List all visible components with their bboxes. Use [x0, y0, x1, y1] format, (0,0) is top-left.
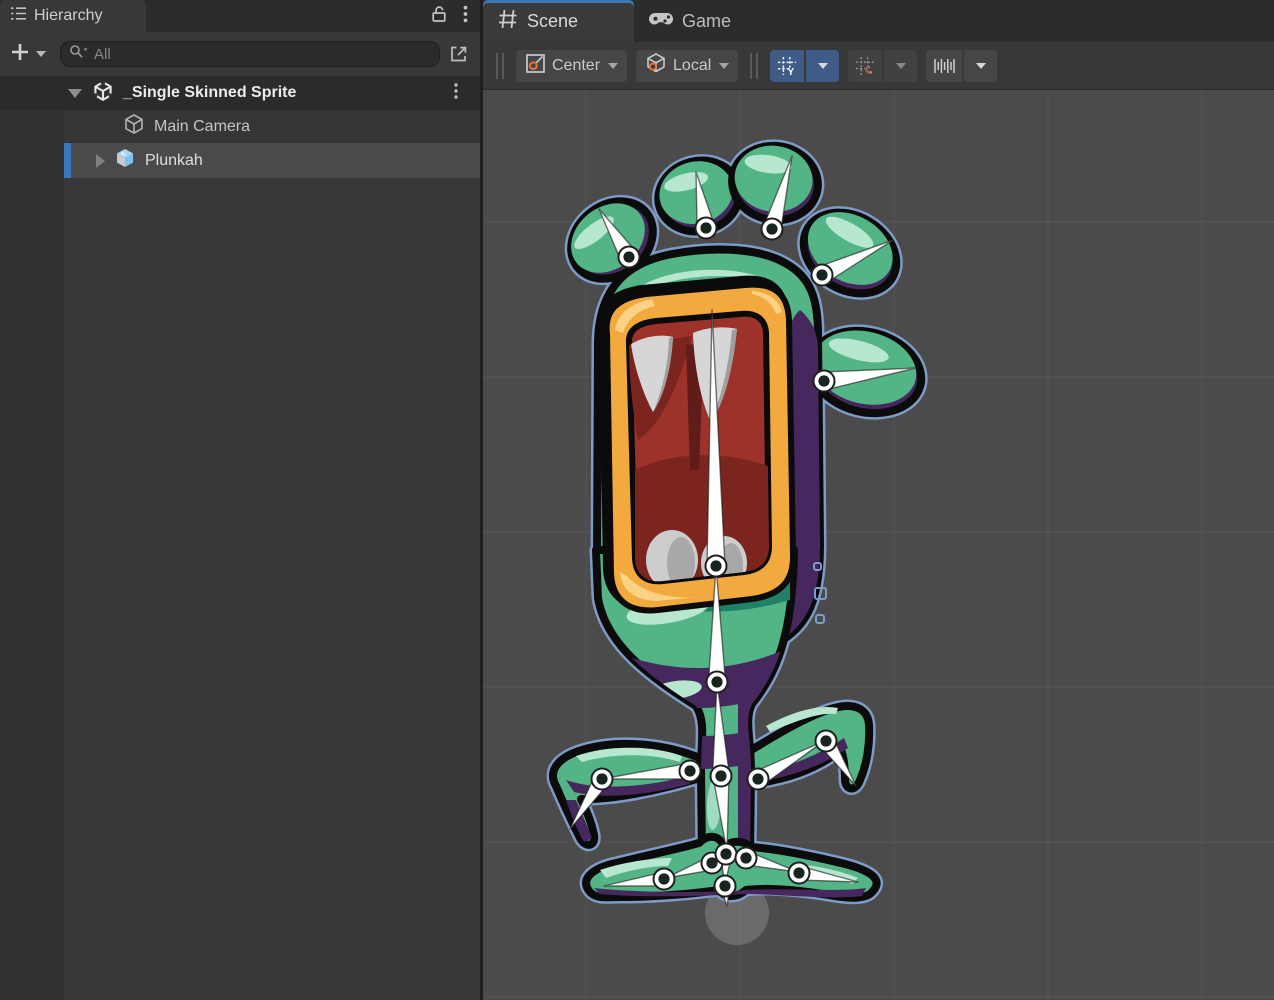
bone-joint[interactable]	[706, 556, 727, 577]
scene-panel: Scene Game	[483, 0, 1274, 1000]
prefab-cube-icon	[113, 146, 137, 175]
hierarchy-item-main-camera[interactable]: Main Camera	[0, 110, 480, 143]
scene-toolbar: Center Local	[483, 42, 1274, 90]
bone-joint[interactable]	[654, 869, 675, 890]
add-gameobject-button[interactable]	[10, 42, 30, 67]
scene-name: _Single Skinned Sprite	[123, 84, 296, 102]
orientation-dropdown-caret	[719, 63, 729, 69]
bone-joint[interactable]	[814, 371, 835, 392]
kebab-menu-icon[interactable]	[463, 5, 468, 28]
bone-joint[interactable]	[716, 844, 737, 865]
local-cube-icon	[645, 52, 667, 79]
pick-window-icon[interactable]	[448, 43, 470, 65]
tab-game[interactable]: Game	[634, 0, 749, 42]
bone-joint[interactable]	[812, 265, 833, 286]
bone-joint[interactable]	[680, 761, 701, 782]
item-label: Plunkah	[145, 152, 203, 170]
scene-header-row[interactable]: _Single Skinned Sprite	[0, 76, 480, 110]
bone-joint[interactable]	[789, 863, 810, 884]
unity-scene-icon	[91, 79, 115, 108]
game-tab-label: Game	[682, 11, 731, 32]
gameobject-cube-icon	[122, 112, 146, 141]
svg-text:Y: Y	[788, 67, 795, 76]
bone-joint[interactable]	[715, 876, 736, 897]
expand-arrow-icon[interactable]	[96, 154, 105, 168]
item-label: Main Camera	[154, 118, 250, 136]
hierarchy-search[interactable]	[60, 41, 440, 67]
bone-joint[interactable]	[736, 848, 757, 869]
toolbar-drag-handle[interactable]	[750, 53, 758, 79]
hierarchy-list-icon	[10, 6, 27, 26]
hierarchy-tabstrip: Hierarchy	[0, 0, 480, 32]
unity-editor: Hierarchy	[0, 0, 1274, 1000]
search-input[interactable]	[94, 46, 431, 63]
hierarchy-rows: _Single Skinned Sprite Main Camera	[0, 76, 480, 1000]
pivot-center-icon	[525, 53, 546, 79]
unlock-icon[interactable]	[431, 5, 447, 28]
bone-joint[interactable]	[592, 769, 613, 790]
scene-grid-icon	[497, 8, 519, 35]
pivot-mode-label: Center	[552, 57, 600, 75]
grid-dropdown-button[interactable]	[806, 50, 839, 82]
scene-viewport[interactable]	[483, 90, 1274, 1000]
bone-joint[interactable]	[696, 218, 717, 239]
bone-joint[interactable]	[711, 766, 732, 787]
scene-tabstrip: Scene Game	[483, 0, 1274, 42]
pivot-dropdown-caret	[608, 63, 618, 69]
snap-dropdown-button[interactable]	[884, 50, 917, 82]
hierarchy-tab-label: Hierarchy	[34, 7, 102, 25]
add-dropdown-caret[interactable]	[36, 51, 46, 57]
bone-joint[interactable]	[707, 672, 728, 693]
hierarchy-toolbar	[0, 32, 480, 76]
hierarchy-panel: Hierarchy	[0, 0, 483, 1000]
tab-hierarchy[interactable]: Hierarchy	[0, 0, 146, 32]
bone-joint[interactable]	[762, 219, 783, 240]
bone-joint[interactable]	[619, 247, 640, 268]
snap-increment-button[interactable]	[926, 50, 962, 82]
toolbar-drag-handle[interactable]	[496, 53, 504, 79]
gamepad-icon	[648, 10, 674, 33]
snap-toggle[interactable]	[848, 50, 882, 82]
scene-tab-label: Scene	[527, 11, 578, 32]
hierarchy-item-plunkah[interactable]: Plunkah	[0, 143, 480, 178]
orientation-button[interactable]: Local	[636, 50, 738, 82]
scene-kebab-icon[interactable]	[454, 83, 480, 104]
search-icon	[69, 44, 88, 64]
orientation-label: Local	[673, 57, 711, 75]
bone-joint[interactable]	[748, 769, 769, 790]
snap-increment-dropdown[interactable]	[964, 50, 997, 82]
tab-scene[interactable]: Scene	[483, 0, 634, 42]
bone-joint[interactable]	[816, 731, 837, 752]
hierarchy-gutter	[0, 76, 64, 1000]
mouth	[603, 280, 793, 611]
collapse-arrow-icon[interactable]	[68, 89, 82, 98]
grid-visibility-toggle[interactable]: Y	[770, 50, 804, 82]
pivot-mode-button[interactable]: Center	[516, 50, 627, 82]
